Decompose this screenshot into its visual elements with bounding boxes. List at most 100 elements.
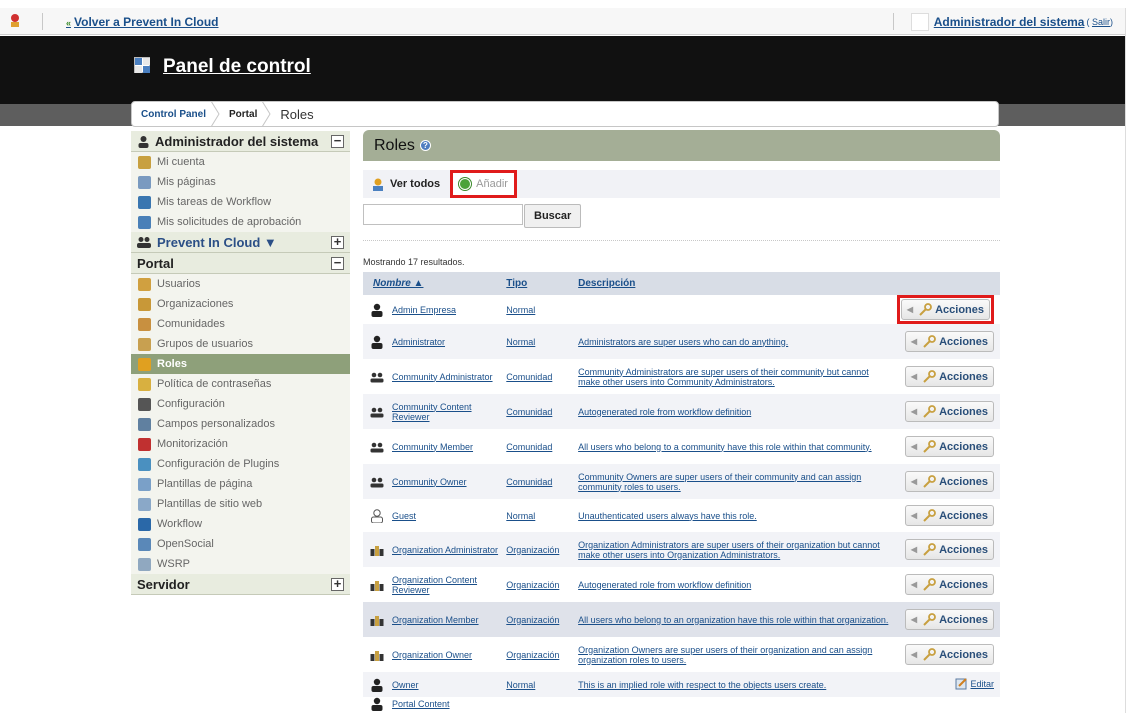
role-type-link[interactable]: Comunidad — [506, 407, 552, 417]
role-type-link[interactable]: Normal — [506, 337, 535, 347]
role-name-link[interactable]: Guest — [392, 511, 416, 521]
back-to-site-link[interactable]: «Volver a Prevent In Cloud — [66, 15, 219, 29]
expand-icon[interactable]: + — [331, 577, 344, 591]
column-label[interactable]: Tipo — [506, 278, 527, 289]
logout-link[interactable]: Salir — [1092, 17, 1110, 27]
wrench-icon — [923, 334, 936, 348]
actions-button[interactable]: ◀ Acciones — [904, 574, 994, 595]
role-name-link[interactable]: Community Administrator — [392, 372, 493, 382]
collapse-icon[interactable]: − — [331, 134, 344, 148]
sidebar-item-password-policy[interactable]: Política de contraseñas — [131, 374, 350, 394]
role-name-link[interactable]: Community Owner — [392, 477, 467, 487]
wrench-icon — [923, 439, 936, 453]
breadcrumb-control-panel[interactable]: Control Panel — [132, 101, 220, 127]
avatar[interactable] — [910, 13, 929, 31]
sidebar-item-settings[interactable]: Configuración — [131, 394, 350, 414]
role-description-link[interactable]: Unauthenticated users always have this r… — [578, 511, 757, 521]
role-name-link[interactable]: Organization Content Reviewer — [392, 575, 498, 595]
actions-button[interactable]: ◀ Acciones — [900, 299, 990, 320]
role-name-link[interactable]: Community Member — [392, 442, 473, 452]
actions-button[interactable]: ◀ Acciones — [904, 401, 994, 422]
role-description-link[interactable]: Administrators are super users who can d… — [578, 337, 788, 347]
sidebar-item-account[interactable]: Mi cuenta — [131, 152, 350, 172]
sidebar-item-approval[interactable]: Mis solicitudes de aprobación — [131, 212, 350, 232]
breadcrumb-portal[interactable]: Portal — [220, 101, 271, 127]
role-type-link[interactable]: Comunidad — [506, 442, 552, 452]
role-description-link[interactable]: Organization Owners are super users of t… — [578, 645, 872, 665]
role-name-link[interactable]: Portal Content — [392, 699, 450, 709]
role-name-link[interactable]: Admin Empresa — [392, 305, 456, 315]
sidebar-item-users[interactable]: Usuarios — [131, 274, 350, 294]
actions-button[interactable]: ◀ Acciones — [904, 366, 994, 387]
role-description-link[interactable]: Community Owners are super users of thei… — [578, 472, 861, 492]
role-actions-cell: ◀ Acciones — [892, 429, 1000, 464]
search-button[interactable]: Buscar — [524, 204, 582, 228]
actions-button[interactable]: ◀ Acciones — [904, 539, 994, 560]
sidebar-item-pages[interactable]: Mis páginas — [131, 172, 350, 192]
role-type-link[interactable]: Organización — [506, 580, 559, 590]
role-type-link[interactable]: Normal — [506, 305, 535, 315]
role-type-link[interactable]: Comunidad — [506, 372, 552, 382]
actions-button[interactable]: ◀ Acciones — [904, 471, 994, 492]
help-icon[interactable]: ? — [419, 140, 431, 151]
actions-button[interactable]: ◀ Acciones — [904, 331, 994, 352]
actions-button[interactable]: ◀ Acciones — [904, 505, 994, 526]
tab-add[interactable]: Añadir — [450, 170, 517, 198]
role-description-link[interactable]: Community Administrators are super users… — [578, 367, 869, 387]
sidebar-item-page-templates[interactable]: Plantillas de página — [131, 474, 350, 494]
liferay-logo-icon[interactable] — [9, 13, 23, 29]
actions-button[interactable]: ◀ Acciones — [904, 644, 994, 665]
role-name-link[interactable]: Community Content Reviewer — [392, 402, 498, 422]
sidebar-item-plugins[interactable]: Configuración de Plugins — [131, 454, 350, 474]
role-description-link[interactable]: All users who belong to a community have… — [578, 442, 871, 452]
collapse-icon[interactable]: − — [331, 256, 344, 270]
password-policy-icon — [138, 377, 151, 391]
sidebar-item-communities[interactable]: Comunidades — [131, 314, 350, 334]
role-description-link[interactable]: Autogenerated role from workflow definit… — [578, 580, 751, 590]
portal-section-header[interactable]: Portal − — [131, 253, 350, 274]
role-type-link[interactable]: Comunidad — [506, 477, 552, 487]
role-name-link[interactable]: Owner — [392, 680, 419, 690]
column-type[interactable]: Tipo — [502, 272, 575, 295]
role-type-link[interactable]: Normal — [506, 680, 535, 690]
tab-view-all[interactable]: Ver todos — [363, 172, 448, 196]
sidebar-item-organizations[interactable]: Organizaciones — [131, 294, 350, 314]
actions-button[interactable]: ◀ Acciones — [904, 609, 994, 630]
actions-button[interactable]: ◀ Acciones — [904, 436, 994, 457]
sidebar-item-custom-fields[interactable]: Campos personalizados — [131, 414, 350, 434]
wrench-icon — [923, 542, 936, 556]
search-input[interactable] — [363, 204, 523, 225]
column-name[interactable]: Nombre ▲ — [363, 272, 503, 295]
role-description-link[interactable]: This is an implied role with respect to … — [578, 680, 826, 690]
sidebar-item-site-templates[interactable]: Plantillas de sitio web — [131, 494, 350, 514]
sidebar-item-opensocial[interactable]: OpenSocial — [131, 534, 350, 554]
role-name-link[interactable]: Administrator — [392, 337, 445, 347]
server-section-header[interactable]: Servidor + — [131, 574, 350, 595]
column-label[interactable]: Nombre ▲ — [373, 278, 423, 289]
site-section-header[interactable]: Prevent In Cloud ▼ + — [131, 232, 350, 253]
role-description-link[interactable]: Organization Administrators are super us… — [578, 540, 880, 560]
column-label[interactable]: Descripción — [578, 278, 635, 289]
role-type-link[interactable]: Organización — [506, 650, 559, 660]
user-name-link[interactable]: Administrador del sistema — [934, 15, 1085, 29]
role-description-link[interactable]: Autogenerated role from workflow definit… — [578, 407, 751, 417]
column-description[interactable]: Descripción — [574, 272, 893, 295]
user-section-header[interactable]: Administrador del sistema − — [131, 131, 350, 152]
role-type-link[interactable]: Normal — [506, 511, 535, 521]
sidebar-item-roles[interactable]: Roles — [131, 354, 350, 374]
control-panel-title[interactable]: Panel de control — [163, 56, 311, 78]
sidebar-item-workflow[interactable]: Workflow — [131, 514, 350, 534]
sidebar-item-user-groups[interactable]: Grupos de usuarios — [131, 334, 350, 354]
role-type-link[interactable]: Organización — [506, 615, 559, 625]
role-name-link[interactable]: Organization Administrator — [392, 545, 498, 555]
role-name-link[interactable]: Organization Owner — [392, 650, 472, 660]
role-name-link[interactable]: Organization Member — [392, 615, 479, 625]
role-description-link[interactable]: All users who belong to an organization … — [578, 615, 888, 625]
role-type-link[interactable]: Organización — [506, 545, 559, 555]
sidebar-item-workflow-tasks[interactable]: Mis tareas de Workflow — [131, 192, 350, 212]
sidebar-item-wsrp[interactable]: WSRP — [131, 554, 350, 574]
sidebar-item-monitoring[interactable]: Monitorización — [131, 434, 350, 454]
expand-icon[interactable]: + — [331, 235, 344, 249]
edit-link[interactable]: Editar — [955, 677, 994, 690]
chevron-left-icon: ◀ — [910, 337, 918, 346]
